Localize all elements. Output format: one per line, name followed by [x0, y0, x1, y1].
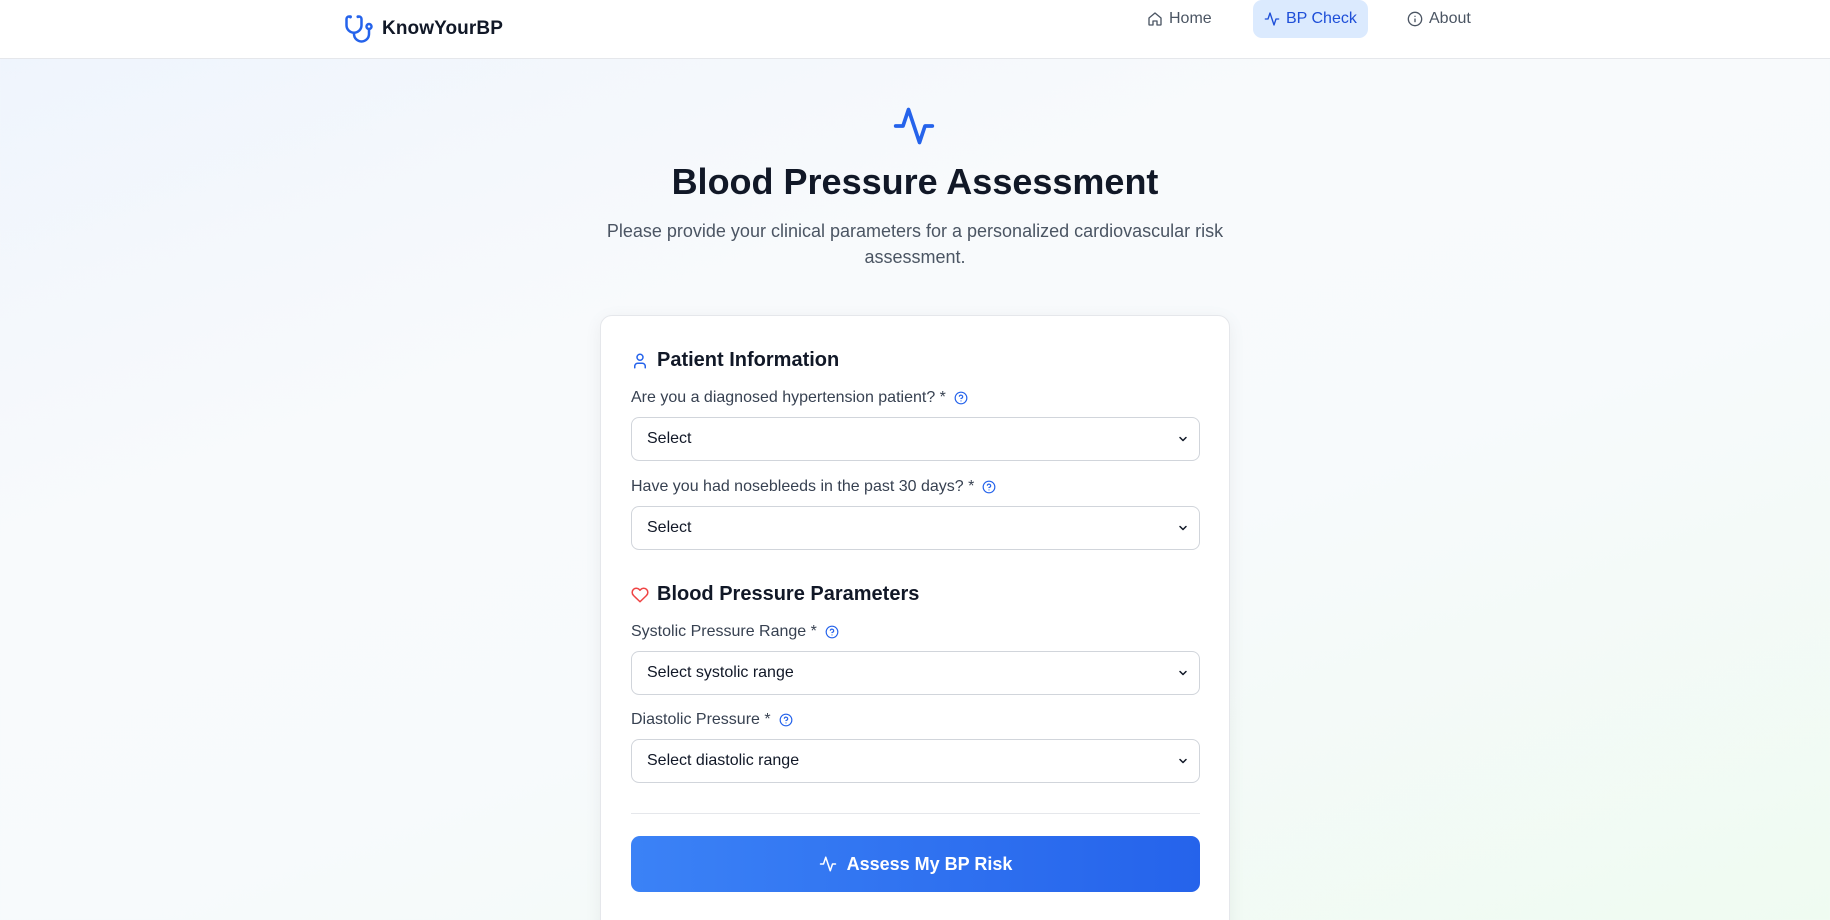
- field-label-text: Diastolic Pressure *: [631, 711, 771, 728]
- brand-name: KnowYourBP: [382, 18, 503, 39]
- help-icon[interactable]: [982, 480, 996, 494]
- nav-item-bp-check[interactable]: BP Check: [1253, 0, 1368, 38]
- home-icon: [1147, 11, 1163, 27]
- diastolic-select[interactable]: Select diastolic range: [631, 739, 1200, 783]
- brand-logo-link[interactable]: KnowYourBP: [344, 12, 503, 46]
- divider: [631, 813, 1200, 814]
- heart-icon: [631, 586, 649, 604]
- nosebleeds-field-label: Have you had nosebleeds in the past 30 d…: [631, 478, 996, 496]
- top-navbar: KnowYourBP Home BP Check About: [0, 0, 1830, 59]
- assess-risk-button[interactable]: Assess My BP Risk: [631, 836, 1200, 892]
- page-subtitle: Please provide your clinical parameters …: [606, 221, 1224, 267]
- bp-parameters-heading: Blood Pressure Parameters: [631, 583, 919, 606]
- nosebleeds-select[interactable]: Select: [631, 506, 1200, 550]
- chevron-down-icon: [1177, 522, 1189, 534]
- nav-item-home[interactable]: Home: [1136, 0, 1223, 38]
- select-value: Select diastolic range: [647, 752, 800, 769]
- systolic-select[interactable]: Select systolic range: [631, 651, 1200, 695]
- select-value: Select systolic range: [647, 664, 794, 681]
- chevron-down-icon: [1177, 433, 1189, 445]
- section-title: Patient Information: [657, 349, 840, 371]
- activity-icon: [1264, 11, 1280, 27]
- help-icon[interactable]: [779, 713, 793, 727]
- help-icon[interactable]: [954, 391, 968, 405]
- select-value: Select: [647, 430, 692, 447]
- section-title: Blood Pressure Parameters: [657, 583, 920, 605]
- nav-item-about[interactable]: About: [1396, 0, 1482, 38]
- systolic-field-label: Systolic Pressure Range *: [631, 623, 839, 641]
- user-icon: [631, 352, 649, 370]
- field-label-text: Systolic Pressure Range *: [631, 623, 817, 640]
- field-label-text: Have you had nosebleeds in the past 30 d…: [631, 478, 975, 495]
- help-icon[interactable]: [825, 625, 839, 639]
- field-label-text: Are you a diagnosed hypertension patient…: [631, 389, 946, 406]
- hypertension-select[interactable]: Select: [631, 417, 1200, 461]
- assess-risk-button-label: Assess My BP Risk: [846, 853, 1013, 874]
- stethoscope-icon: [344, 14, 374, 44]
- select-value: Select: [647, 519, 692, 536]
- nav-item-about-label: About: [1429, 10, 1471, 27]
- diastolic-field-label: Diastolic Pressure *: [631, 711, 793, 729]
- activity-icon: [819, 855, 837, 873]
- nav-item-home-label: Home: [1169, 10, 1212, 27]
- chevron-down-icon: [1177, 667, 1189, 679]
- assessment-form-card: Patient Information Are you a diagnosed …: [600, 315, 1230, 920]
- page-title: Blood Pressure Assessment: [671, 161, 1159, 202]
- patient-information-heading: Patient Information: [631, 349, 839, 372]
- activity-icon: [892, 104, 936, 148]
- info-icon: [1407, 11, 1423, 27]
- nav-item-bp-check-label: BP Check: [1286, 10, 1357, 27]
- hypertension-field-label: Are you a diagnosed hypertension patient…: [631, 389, 968, 407]
- chevron-down-icon: [1177, 755, 1189, 767]
